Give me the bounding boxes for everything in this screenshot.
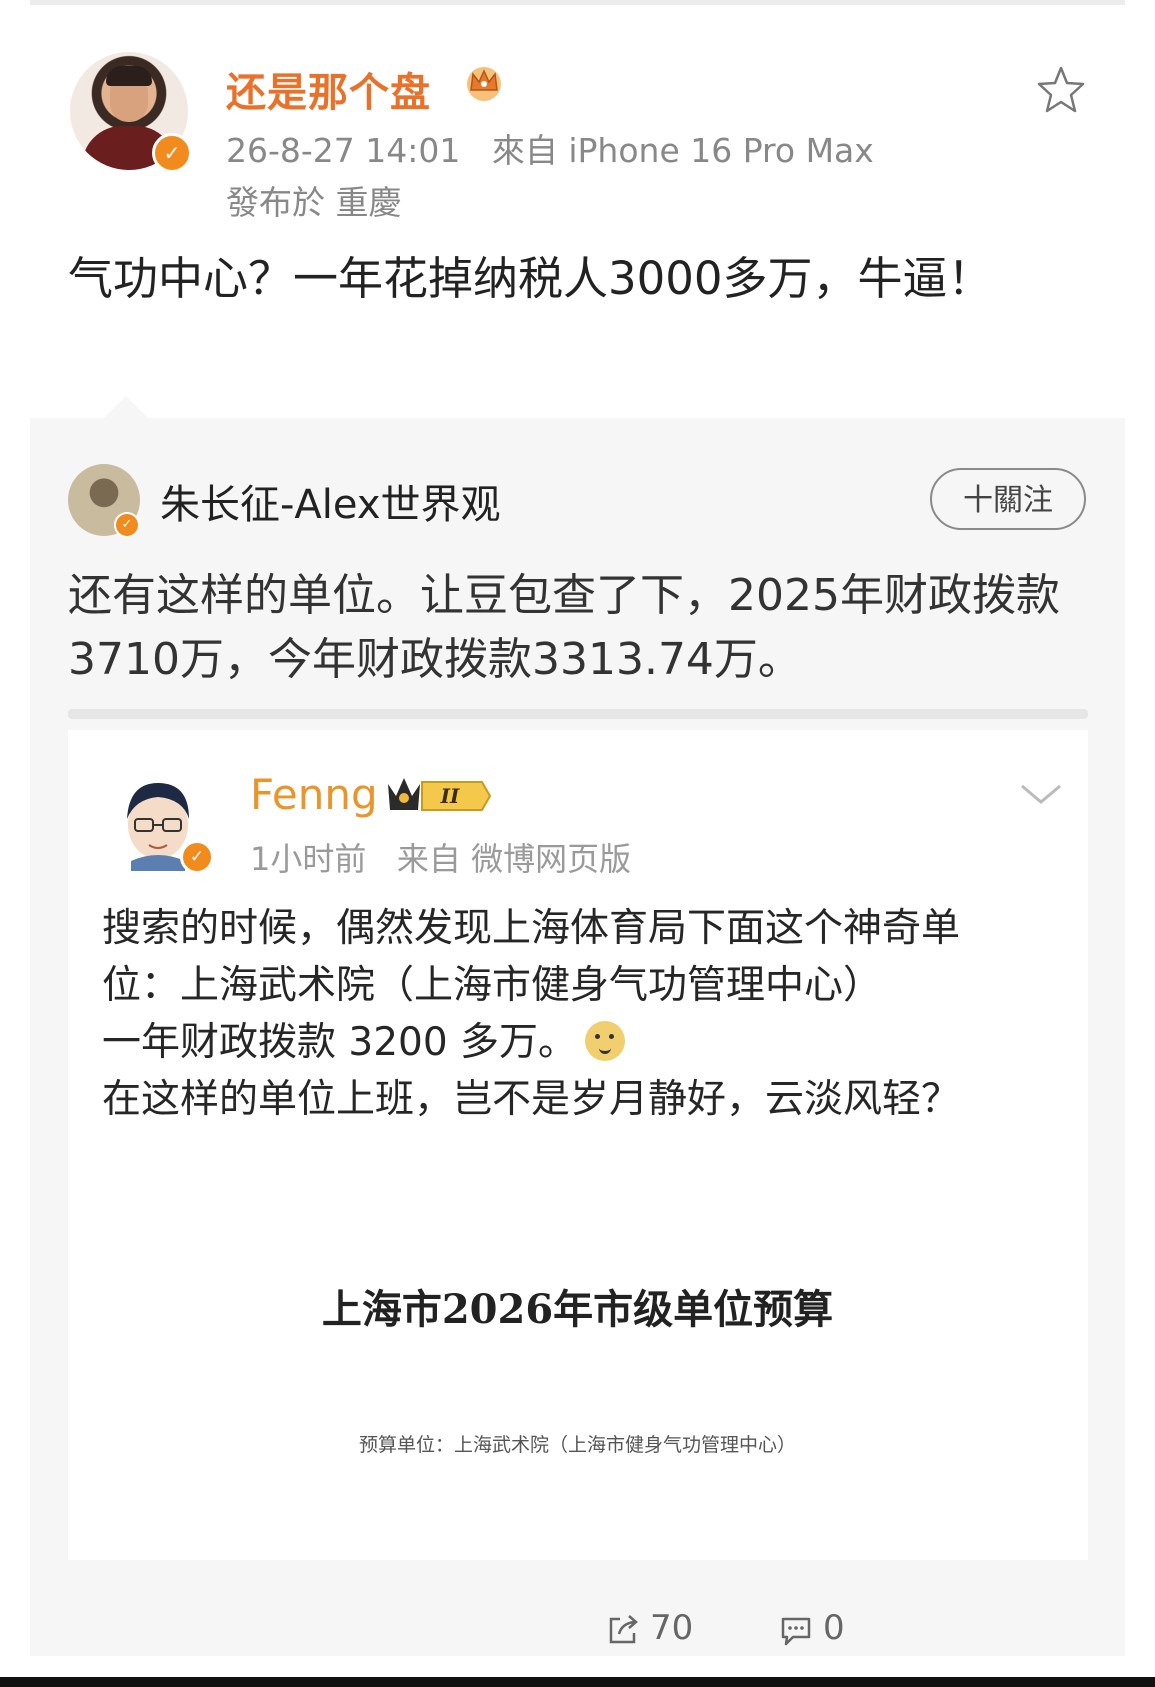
quoted-source: 来自 微博网页版 — [396, 840, 632, 878]
comment-icon[interactable] — [779, 1615, 813, 1647]
quoted-line: 一年财政拨款 3200 多万。 — [102, 1020, 578, 1065]
star-icon[interactable] — [1035, 64, 1087, 116]
chevron-down-icon[interactable] — [1018, 780, 1064, 808]
quoted-line: 在这样的单位上班，岂不是岁月静好，云淡风轻？ — [102, 1077, 961, 1122]
post-text: 气功中心？一年花掉纳税人3000多万，牛逼！ — [68, 252, 993, 305]
divider — [68, 709, 1088, 719]
repost-author-name[interactable]: 朱长征-Alex世界观 — [160, 472, 501, 530]
verified-icon: ✓ — [114, 512, 140, 538]
share-icon[interactable] — [606, 1613, 640, 1647]
quoted-text: 搜索的时候，偶然发现上海体育局下面这个神奇单 位：上海武术院（上海市健身气功管理… — [102, 900, 1082, 1128]
document-title: 上海市2026年市级单位预算 — [321, 1286, 834, 1333]
quoted-line: 位：上海武术院（上海市健身气功管理中心） — [102, 963, 883, 1008]
quoted-time: 1小时前 — [250, 840, 367, 878]
doge-emoji-icon — [585, 1021, 626, 1061]
quoted-line-with-emoji: 一年财政拨款 3200 多万。 — [102, 1014, 1082, 1071]
quoted-line: 搜索的时候，偶然发现上海体育局下面这个神奇单 — [102, 906, 961, 951]
crown-level-icon: II — [388, 778, 492, 811]
share-count[interactable]: 70 — [650, 1608, 693, 1648]
quoted-author-name[interactable]: Fenng — [250, 770, 378, 819]
author-name[interactable]: 还是那个盘 — [226, 60, 431, 118]
post-timestamp: 26-8-27 14:01 — [226, 131, 461, 170]
document-subtitle: 预算单位：上海武术院（上海市健身气功管理中心） — [358, 1434, 796, 1456]
repost-pointer — [104, 396, 148, 418]
top-divider — [30, 0, 1125, 5]
comment-count[interactable]: 0 — [823, 1608, 845, 1648]
level-badge-text: II — [440, 784, 460, 808]
repost-text: 还有这样的单位。让豆包查了下，2025年财政拨款3710万，今年财政拨款3313… — [68, 570, 1060, 685]
quoted-meta: 1小时前 来自 微博网页版 — [250, 834, 631, 880]
verified-icon: ✓ — [180, 840, 214, 874]
bottom-bar — [0, 1677, 1155, 1687]
verified-icon: ✓ — [152, 133, 192, 173]
follow-button[interactable]: 十關注 — [930, 468, 1086, 530]
post-source: 來自 iPhone 16 Pro Max — [491, 131, 874, 170]
crown-icon — [467, 67, 501, 101]
post-meta: 26-8-27 14:01 來自 iPhone 16 Pro Max — [226, 124, 874, 172]
post-location: 發布於 重慶 — [226, 183, 402, 222]
